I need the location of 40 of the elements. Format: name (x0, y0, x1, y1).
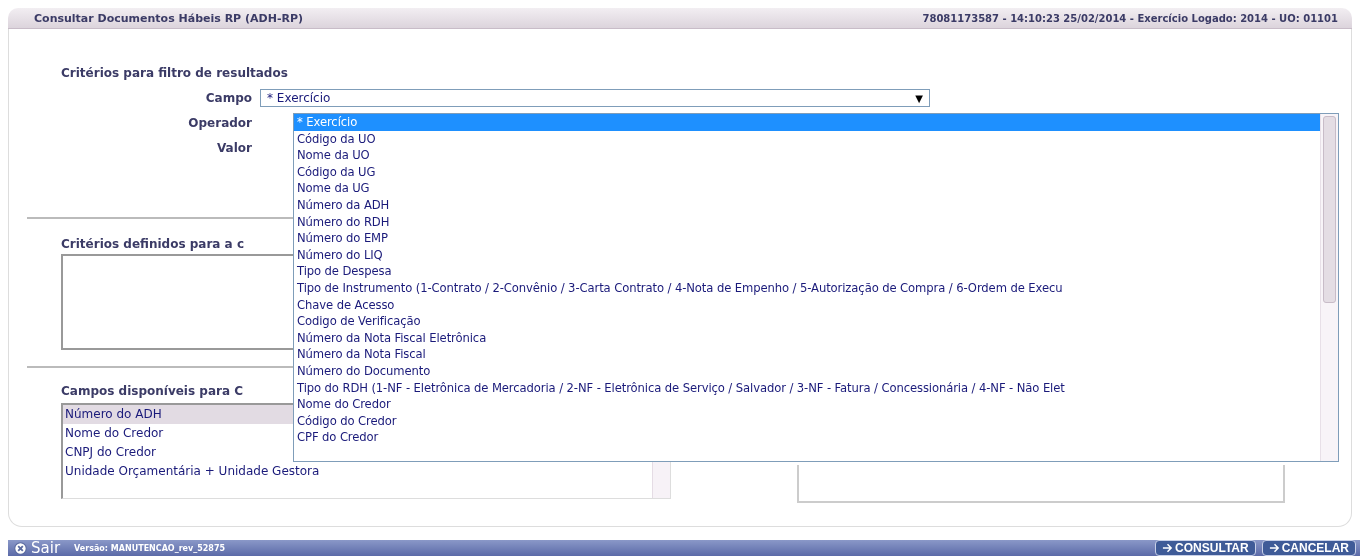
section-heading: Critérios definidos para a c (61, 237, 244, 251)
field-label: Operador (187, 115, 252, 132)
dropdown-option[interactable]: Nome do Credor (294, 396, 1320, 413)
section-heading: Critérios para filtro de resultados (61, 65, 288, 80)
dropdown-list[interactable] (293, 113, 1339, 462)
dropdown-option[interactable]: Codigo de Verificação (294, 313, 1320, 330)
dropdown-option[interactable]: Tipo de Despesa (294, 263, 1320, 280)
arrow-icon (1162, 543, 1174, 553)
dropdown-option[interactable]: Número da ADH (294, 196, 1320, 214)
dropdown-option[interactable]: Número do Documento (294, 362, 1320, 380)
dropdown-option[interactable]: Tipo de Instrumento (1-Contrato / 2-Convênio / 3-Carta Contrato / 4-Nota de Empenho / 5-Autorização de Compra / 6-Ordem de Execu (294, 279, 1320, 297)
dropdown-option[interactable]: Código da UO (294, 130, 1320, 148)
dropdown-option[interactable]: Código do Credor (294, 412, 1320, 430)
section-heading: Campos disponíveis para C (61, 384, 243, 398)
dropdown-option[interactable]: Número do EMP (294, 230, 1320, 247)
close-icon (14, 541, 27, 555)
dropdown-option[interactable]: CPF do Credor (294, 429, 1320, 446)
scrollbar[interactable] (1320, 114, 1338, 461)
dropdown-option[interactable]: Número da Nota Fiscal Eletrônica (294, 329, 1320, 347)
dropdown-option[interactable]: Código da UG (294, 163, 1320, 181)
window-title: Consultar Documentos Hábeis RP (ADH-RP) (34, 11, 303, 25)
dropdown-option[interactable]: Nome da UG (294, 180, 1320, 197)
field-label: Campo (204, 90, 252, 107)
dropdown-option[interactable]: Nome da UO (294, 147, 1320, 164)
session-info: 78081173587 - 14:10:23 25/02/2014 - Exercício Logado: 2014 - UO: 01101 (922, 12, 1338, 24)
list-item[interactable]: Unidade Orçamentária + Unidade Gestora (63, 462, 652, 481)
selected-fields-list[interactable] (797, 465, 1285, 503)
footer-button[interactable]: CONSULTAR (1155, 540, 1256, 556)
dropdown-option[interactable]: Número do LIQ (294, 246, 1320, 264)
campo-select[interactable]: * Exercício ▼ (260, 89, 930, 107)
exit-link[interactable]: Sair (14, 540, 61, 556)
field-label: Valor (216, 140, 252, 157)
footer-button[interactable]: CANCELAR (1261, 540, 1356, 556)
dropdown-option[interactable]: Tipo do RDH (1-NF - Eletrônica de Mercadoria / 2-NF - Eletrônica de Serviço / Salvador / 3-NF - Fatura / Concessionária / 4-NF - Não Elet (294, 379, 1320, 397)
dropdown-option[interactable]: Chave de Acesso (294, 296, 1320, 314)
version-label: Versão: MANUTENCAO_rev_52875 (74, 543, 226, 553)
dropdown-option[interactable]: Número da Nota Fiscal (294, 346, 1320, 363)
scroll-thumb[interactable] (1323, 116, 1336, 303)
arrow-icon (1268, 543, 1280, 553)
dropdown-option[interactable]: Número do RDH (294, 213, 1320, 231)
